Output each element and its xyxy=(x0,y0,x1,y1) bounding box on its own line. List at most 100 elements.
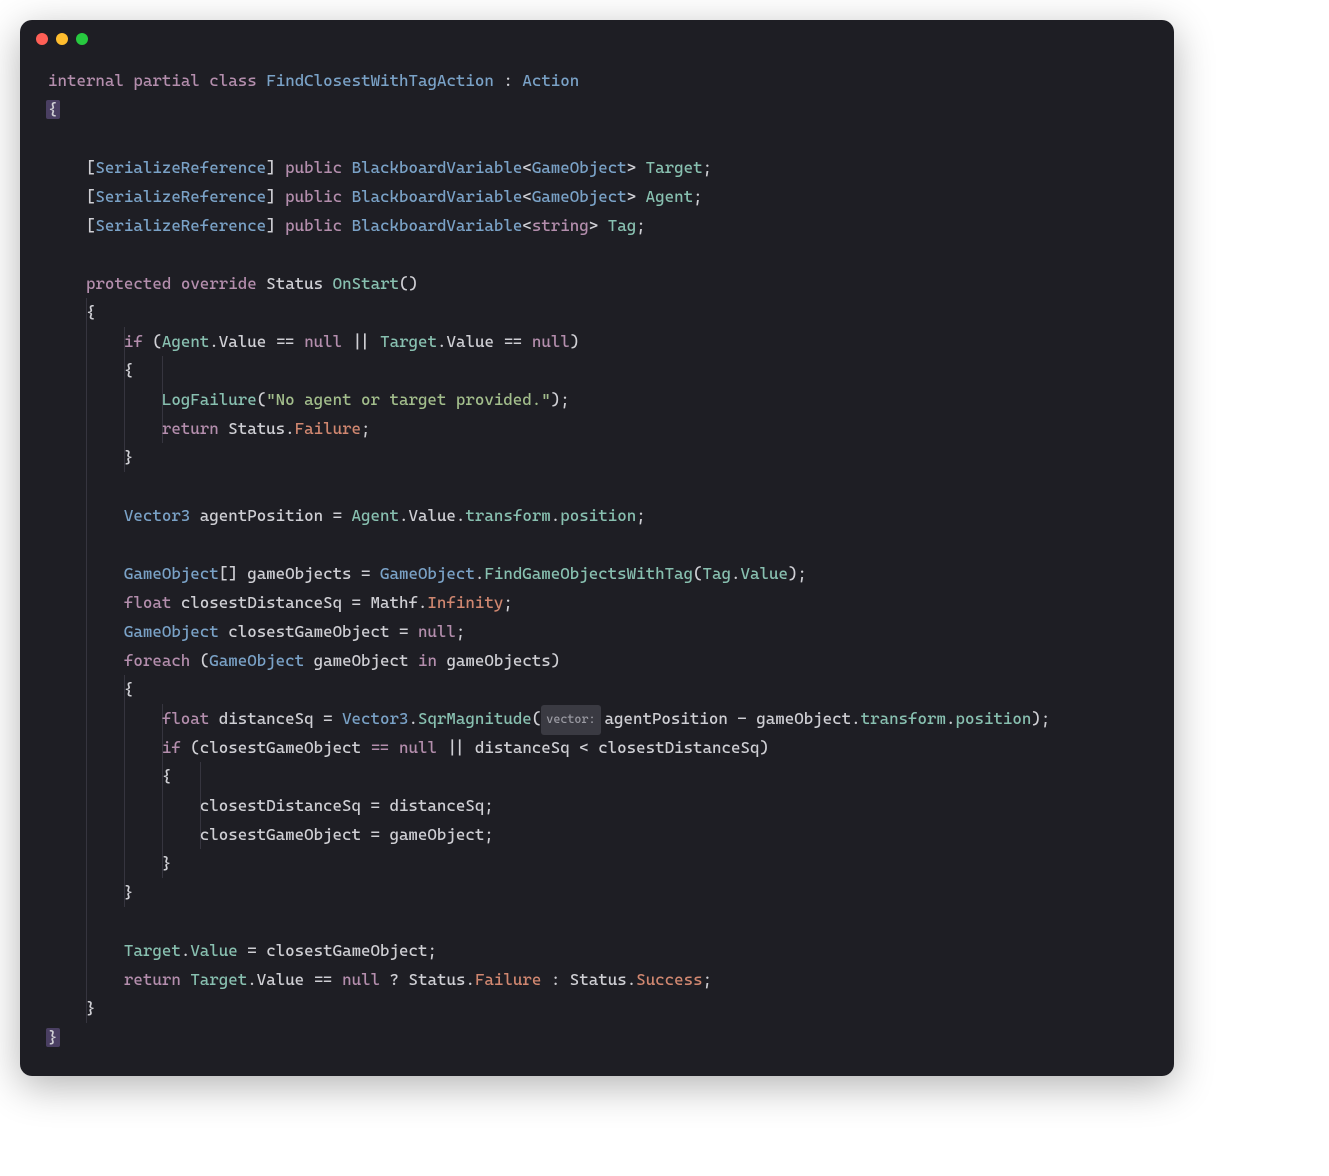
titlebar xyxy=(20,20,1174,58)
code-token: string xyxy=(532,216,589,235)
code-token: null xyxy=(342,970,380,989)
code-token: FindClosestWithTagAction xyxy=(266,71,494,90)
code-token: { xyxy=(46,100,60,119)
code-token: Value xyxy=(408,506,455,525)
code-token: || distanceSq < closestDistanceSq) xyxy=(437,738,769,757)
code-token xyxy=(342,216,352,235)
code-token xyxy=(257,71,267,90)
code-line xyxy=(48,124,1158,153)
code-token: ( xyxy=(143,332,162,351)
code-token: closestDistanceSq = distanceSq; xyxy=(48,796,494,815)
code-token: Target xyxy=(190,970,247,989)
code-token: ; xyxy=(703,970,713,989)
code-token: ; xyxy=(636,506,646,525)
code-line: if (closestGameObject == null || distanc… xyxy=(48,733,1158,762)
code-token: () xyxy=(399,274,418,293)
code-token: override xyxy=(181,274,257,293)
code-line: Target.Value = closestGameObject; xyxy=(48,936,1158,965)
code-line: [SerializeReference] public BlackboardVa… xyxy=(48,182,1158,211)
code-token: null xyxy=(399,738,437,757)
code-token: distanceSq = xyxy=(209,709,342,728)
code-token: (closestGameObject xyxy=(181,738,371,757)
code-token xyxy=(48,738,162,757)
code-token: GameObject xyxy=(124,622,219,641)
code-token xyxy=(48,506,124,525)
code-line: { xyxy=(48,95,1158,124)
code-token: . xyxy=(731,564,741,583)
code-token: internal xyxy=(48,71,124,90)
code-token: Success xyxy=(636,970,702,989)
code-token: gameObject xyxy=(304,651,418,670)
code-token: == xyxy=(371,738,390,757)
code-token: agentPosition - gameObject. xyxy=(605,709,861,728)
code-token: ] xyxy=(266,158,285,177)
code-token: null xyxy=(532,332,570,351)
code-line: } xyxy=(48,849,1158,878)
code-token: Target xyxy=(380,332,437,351)
close-icon[interactable] xyxy=(36,33,48,45)
code-token xyxy=(48,419,162,438)
code-area[interactable]: internal partial class FindClosestWithTa… xyxy=(20,58,1174,1076)
code-line: } xyxy=(48,994,1158,1023)
code-token: = closestGameObject; xyxy=(238,941,437,960)
code-line: internal partial class FindClosestWithTa… xyxy=(48,66,1158,95)
code-token: { xyxy=(48,361,133,380)
minimize-icon[interactable] xyxy=(56,33,68,45)
code-token xyxy=(48,970,124,989)
code-token: agentPosition = xyxy=(190,506,351,525)
code-token: . xyxy=(551,506,561,525)
code-token: null xyxy=(304,332,342,351)
code-token: GameObject xyxy=(209,651,304,670)
editor-window: internal partial class FindClosestWithTa… xyxy=(20,20,1174,1076)
code-token: Target xyxy=(124,941,181,960)
code-token: gameObjects) xyxy=(437,651,560,670)
code-token: : xyxy=(494,71,522,90)
code-line: [SerializeReference] public BlackboardVa… xyxy=(48,153,1158,182)
zoom-icon[interactable] xyxy=(76,33,88,45)
code-token: . xyxy=(437,332,447,351)
code-token: return xyxy=(162,419,219,438)
code-line: GameObject closestGameObject = null; xyxy=(48,617,1158,646)
code-token xyxy=(342,187,352,206)
code-token: Value xyxy=(741,564,788,583)
code-token: GameObject xyxy=(532,158,627,177)
code-token xyxy=(323,274,333,293)
code-token: Agent xyxy=(352,506,399,525)
code-token: float xyxy=(124,593,171,612)
code-token xyxy=(48,709,162,728)
code-token: ; xyxy=(636,216,646,235)
code-token: float xyxy=(162,709,209,728)
code-token: == xyxy=(494,332,532,351)
code-token xyxy=(48,332,124,351)
code-token: Tag xyxy=(608,216,636,235)
code-line xyxy=(48,907,1158,936)
code-token: protected xyxy=(86,274,171,293)
code-token: closestDistanceSq = Mathf. xyxy=(171,593,427,612)
code-token: Value xyxy=(219,332,266,351)
code-token: } xyxy=(48,854,171,873)
code-token: Failure xyxy=(475,970,541,989)
code-token: ); xyxy=(1031,709,1050,728)
code-token: . xyxy=(209,332,219,351)
code-token: Value xyxy=(257,970,304,989)
code-line: GameObject[] gameObjects = GameObject.Fi… xyxy=(48,559,1158,588)
code-token: SerializeReference xyxy=(95,216,266,235)
code-token: Agent xyxy=(646,187,693,206)
code-token: [ xyxy=(48,187,95,206)
code-token xyxy=(342,158,352,177)
code-token: "No agent or target provided." xyxy=(266,390,551,409)
code-token: FindGameObjectsWithTag xyxy=(484,564,693,583)
code-line: return Status.Failure; xyxy=(48,414,1158,443)
code-token xyxy=(124,71,134,90)
code-line: } xyxy=(48,878,1158,907)
code-token xyxy=(48,941,124,960)
code-token: SqrMagnitude xyxy=(418,709,532,728)
code-token: public xyxy=(285,187,342,206)
code-token: GameObject xyxy=(124,564,219,583)
code-token: } xyxy=(48,883,133,902)
code-token: OnStart xyxy=(333,274,399,293)
code-token: < xyxy=(522,216,532,235)
code-token: [ xyxy=(48,216,95,235)
code-token: Target xyxy=(646,158,703,177)
code-token xyxy=(48,390,162,409)
